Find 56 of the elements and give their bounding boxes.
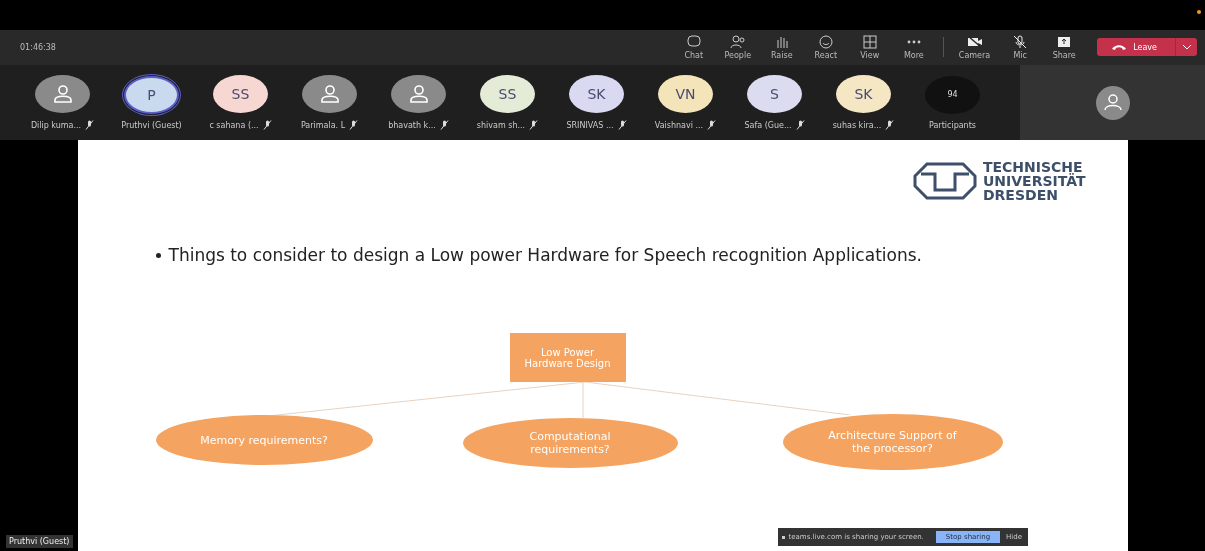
participant-name: Pruthvi (Guest) — [121, 120, 182, 130]
diagram-ellipse: Computational requirements? — [462, 418, 678, 468]
participant-avatar[interactable] — [35, 75, 90, 114]
participant-avatar[interactable]: VN — [658, 75, 713, 114]
person-icon — [51, 83, 74, 106]
share-button[interactable]: Share — [1045, 34, 1084, 60]
react-button[interactable]: React — [806, 34, 845, 60]
chevron-down-icon — [1181, 44, 1192, 51]
more-button[interactable]: More — [894, 34, 933, 60]
participant-name: Dilip kuma... — [30, 120, 82, 130]
participant-avatar[interactable]: P — [124, 75, 179, 114]
bullet-icon — [155, 253, 161, 258]
participant-avatar[interactable] — [391, 75, 446, 114]
diagram-root-box: Low Power Hardware Design — [509, 333, 626, 382]
participant-avatar[interactable]: SS — [480, 75, 535, 114]
presenter-label: Pruthvi (Guest) — [6, 535, 73, 548]
participant-name: Safa (Gue... — [744, 120, 792, 130]
participant-avatar[interactable]: SK — [836, 75, 891, 114]
view-button[interactable]: View — [850, 34, 889, 60]
people-icon — [729, 34, 746, 49]
person-icon — [1095, 85, 1130, 120]
share-screen-icon — [1056, 34, 1073, 49]
participant-avatar[interactable] — [302, 75, 357, 114]
participant-name: shivam sh... — [476, 120, 526, 130]
raise-button[interactable]: Raise — [762, 34, 801, 60]
participant-name: Parimala. L — [300, 120, 346, 130]
elapsed-time: 01:46:38 — [20, 42, 56, 52]
leave-options-button[interactable] — [1175, 38, 1197, 57]
university-name: DRESDEN — [982, 188, 1059, 202]
participant-name: c sahana (... — [209, 120, 259, 130]
diagram-ellipse: Architecture Support of the processor? — [782, 414, 1003, 470]
grid-icon — [861, 34, 878, 49]
person-icon — [318, 83, 341, 106]
chat-button[interactable]: Chat — [674, 34, 713, 60]
phone-icon — [1111, 43, 1128, 52]
person-icon — [407, 83, 430, 106]
mic-off-icon — [1012, 34, 1029, 49]
participant-name: Vaishnavi ... — [654, 120, 704, 130]
diagram-ellipse: Memory requirements? — [155, 415, 373, 465]
people-button[interactable]: People — [718, 34, 757, 60]
participant-name: bhavath k... — [388, 120, 436, 130]
notification-dot — [1197, 10, 1201, 14]
chat-bubble-icon — [685, 34, 702, 49]
camera-button[interactable]: Camera — [953, 34, 996, 60]
participant-avatar[interactable]: SS — [213, 75, 268, 114]
participant-name: suhas kira... — [832, 120, 882, 130]
smiley-icon — [817, 34, 834, 49]
participant-avatar[interactable]: SK — [569, 75, 624, 114]
participant-avatar[interactable]: S — [747, 75, 802, 114]
participant-name: SRINIVAS ... — [566, 120, 614, 130]
mic-button[interactable]: Mic — [1001, 34, 1040, 60]
participants-count[interactable]: 94 — [925, 75, 980, 114]
leave-button[interactable]: Leave — [1097, 38, 1175, 57]
participants-label: Participants — [929, 120, 976, 130]
university-logo-icon — [912, 162, 977, 200]
bullet-text: Things to consider to design a Low power Hardware for Speech recognition Applications. — [168, 246, 922, 265]
